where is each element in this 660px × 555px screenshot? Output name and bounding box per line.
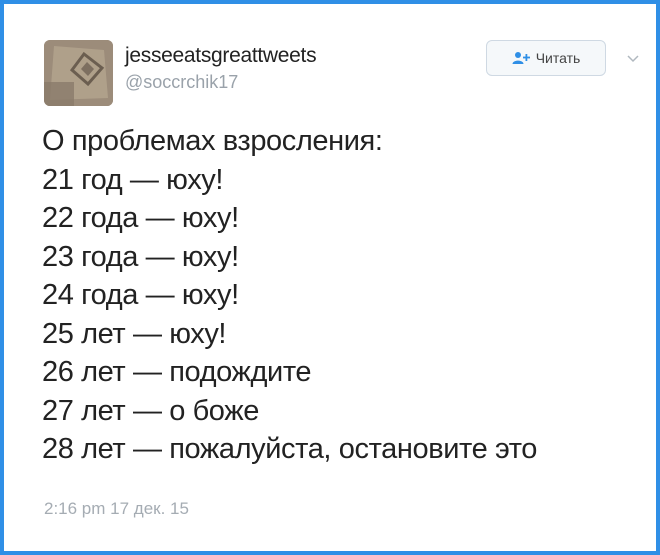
display-name[interactable]: jesseeatsgreattweets [125,44,317,68]
follow-button[interactable]: Читать [486,40,606,76]
tweet-timestamp[interactable]: 2:16 pm 17 дек. 15 [44,499,189,519]
tweet-header: jesseeatsgreattweets @soccrchik17 Читать [44,40,639,106]
user-handle[interactable]: @soccrchik17 [125,70,316,94]
avatar-image [44,40,113,106]
tweet-line: 28 лет — пожалуйста, остановите это [42,433,538,465]
tweet-line: 26 лет — подождите [42,356,312,388]
add-user-icon [512,51,530,65]
user-names: jesseeatsgreattweets @soccrchik17 [125,44,317,94]
tweet-line: 24 года — юху! [42,279,239,311]
follow-label: Читать [535,50,581,66]
tweet-card: jesseeatsgreattweets @soccrchik17 Читать… [0,0,660,555]
avatar[interactable] [44,40,113,106]
tweet-line: 23 года — юху! [42,240,239,273]
tweet-line: 22 года — юху! [42,202,239,234]
tweet-line: О проблемах взросления: [42,125,383,157]
chevron-down-icon[interactable] [627,50,639,66]
tweet-line: 27 лет — о боже [42,394,259,427]
tweet-text: О проблемах взросления: 21 год — юху! 22… [42,122,642,469]
tweet-line: 25 лет — юху! [42,317,227,350]
tweet-line: 21 год — юху! [42,163,224,196]
